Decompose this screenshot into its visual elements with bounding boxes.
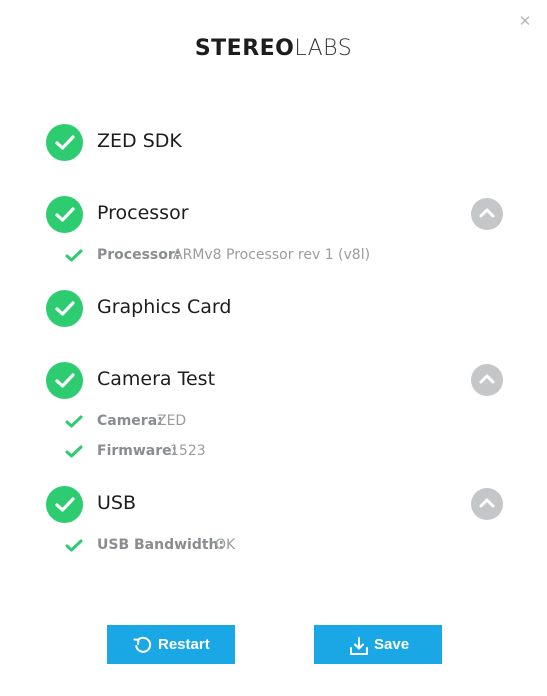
save-button-label: Save [374,636,410,653]
check-circle-icon [46,124,83,161]
section-title: Graphics Card [97,296,232,318]
restart-button-label: Restart [158,636,210,653]
collapse-camera-test-button[interactable] [471,364,503,396]
chevron-up-icon [479,498,495,508]
check-circle-icon [46,362,83,399]
section-usb: USB [46,486,504,524]
check-circle-icon [46,196,83,233]
section-processor: Processor [46,196,504,234]
detail-label: Processor: [97,247,181,263]
section-camera-test: Camera Test [46,362,504,400]
section-graphics-card: Graphics Card [46,290,504,328]
check-icon [65,539,83,552]
collapse-usb-button[interactable] [471,488,503,520]
section-title: USB [97,492,137,514]
section-zed-sdk: ZED SDK [46,124,504,162]
chevron-up-icon [479,208,495,218]
detail-value: OK [215,537,236,553]
section-title: Camera Test [97,368,216,390]
section-title: Processor [97,202,189,224]
detail-label: Firmware: [97,443,178,459]
download-icon [350,637,368,655]
detail-label: Camera: [97,413,163,429]
check-circle-icon [46,290,83,327]
save-button[interactable]: Save [314,625,442,664]
stereolabs-logo: STEREOLABS [0,36,547,61]
close-icon[interactable]: ✕ [516,12,534,30]
section-title: ZED SDK [97,130,182,152]
restart-button[interactable]: Restart [107,625,235,664]
check-circle-icon [46,486,83,523]
check-icon [65,445,83,458]
detail-value: 1523 [170,443,206,459]
detail-label: USB Bandwidth: [97,537,225,553]
check-icon [65,415,83,428]
logo-part-labs: LABS [294,36,353,61]
collapse-processor-button[interactable] [471,198,503,230]
detail-value: ARMv8 Processor rev 1 (v8l) [173,247,371,263]
logo-part-stereo: STEREO [194,36,295,61]
check-icon [65,249,83,262]
chevron-up-icon [479,374,495,384]
diagnostic-window: ✕ STEREOLABS ZED SDK Processor Processor… [0,0,547,696]
detail-value: ZED [157,413,187,429]
restart-icon [133,636,152,653]
